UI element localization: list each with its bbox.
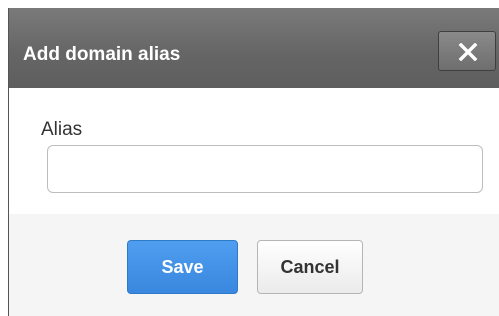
- close-button[interactable]: [438, 31, 496, 71]
- add-domain-alias-dialog: Add domain alias Alias Save Cancel: [8, 8, 499, 316]
- close-icon: [458, 43, 478, 61]
- dialog-titlebar: Add domain alias: [9, 8, 499, 88]
- dialog-footer: Save Cancel: [9, 214, 499, 316]
- cancel-button[interactable]: Cancel: [257, 240, 363, 294]
- dialog-body: Alias: [9, 88, 499, 214]
- alias-label: Alias: [41, 119, 83, 140]
- alias-input[interactable]: [47, 145, 483, 193]
- dialog-title: Add domain alias: [23, 44, 181, 65]
- save-button[interactable]: Save: [127, 240, 238, 294]
